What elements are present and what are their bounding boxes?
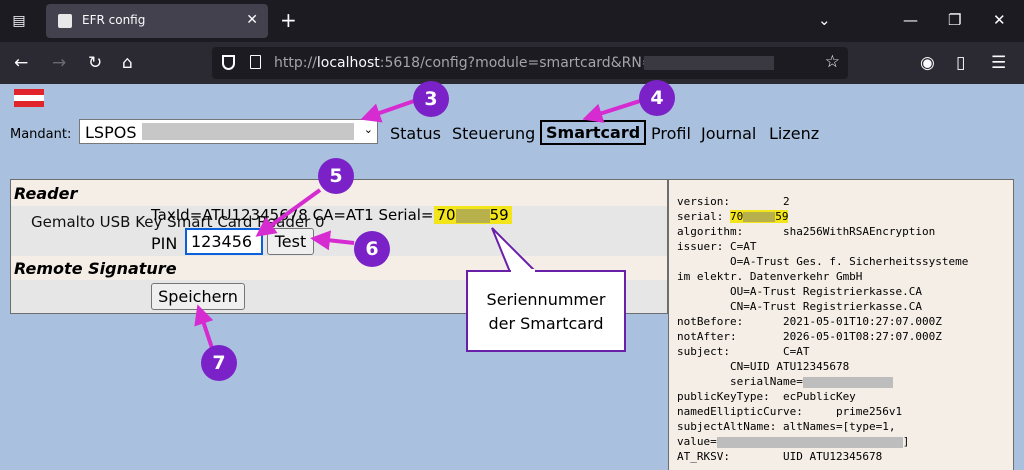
marker-3: 3	[413, 81, 449, 117]
arrow-7	[194, 304, 214, 349]
annotation-arrows	[194, 99, 641, 349]
callout-pointer	[491, 227, 539, 273]
arrow-4	[582, 99, 641, 123]
arrow-5	[255, 188, 322, 237]
arrow-3	[360, 99, 415, 123]
marker-4: 4	[639, 80, 675, 116]
callout-joint	[511, 269, 535, 273]
marker-7: 7	[201, 345, 237, 381]
marker-5: 5	[318, 158, 354, 194]
callout-line-2: der Smartcard	[488, 314, 604, 333]
serial-callout: Seriennummer der Smartcard	[466, 270, 626, 352]
callout-line-1: Seriennummer	[486, 290, 606, 309]
marker-6: 6	[354, 231, 390, 267]
arrow-6	[310, 230, 355, 251]
